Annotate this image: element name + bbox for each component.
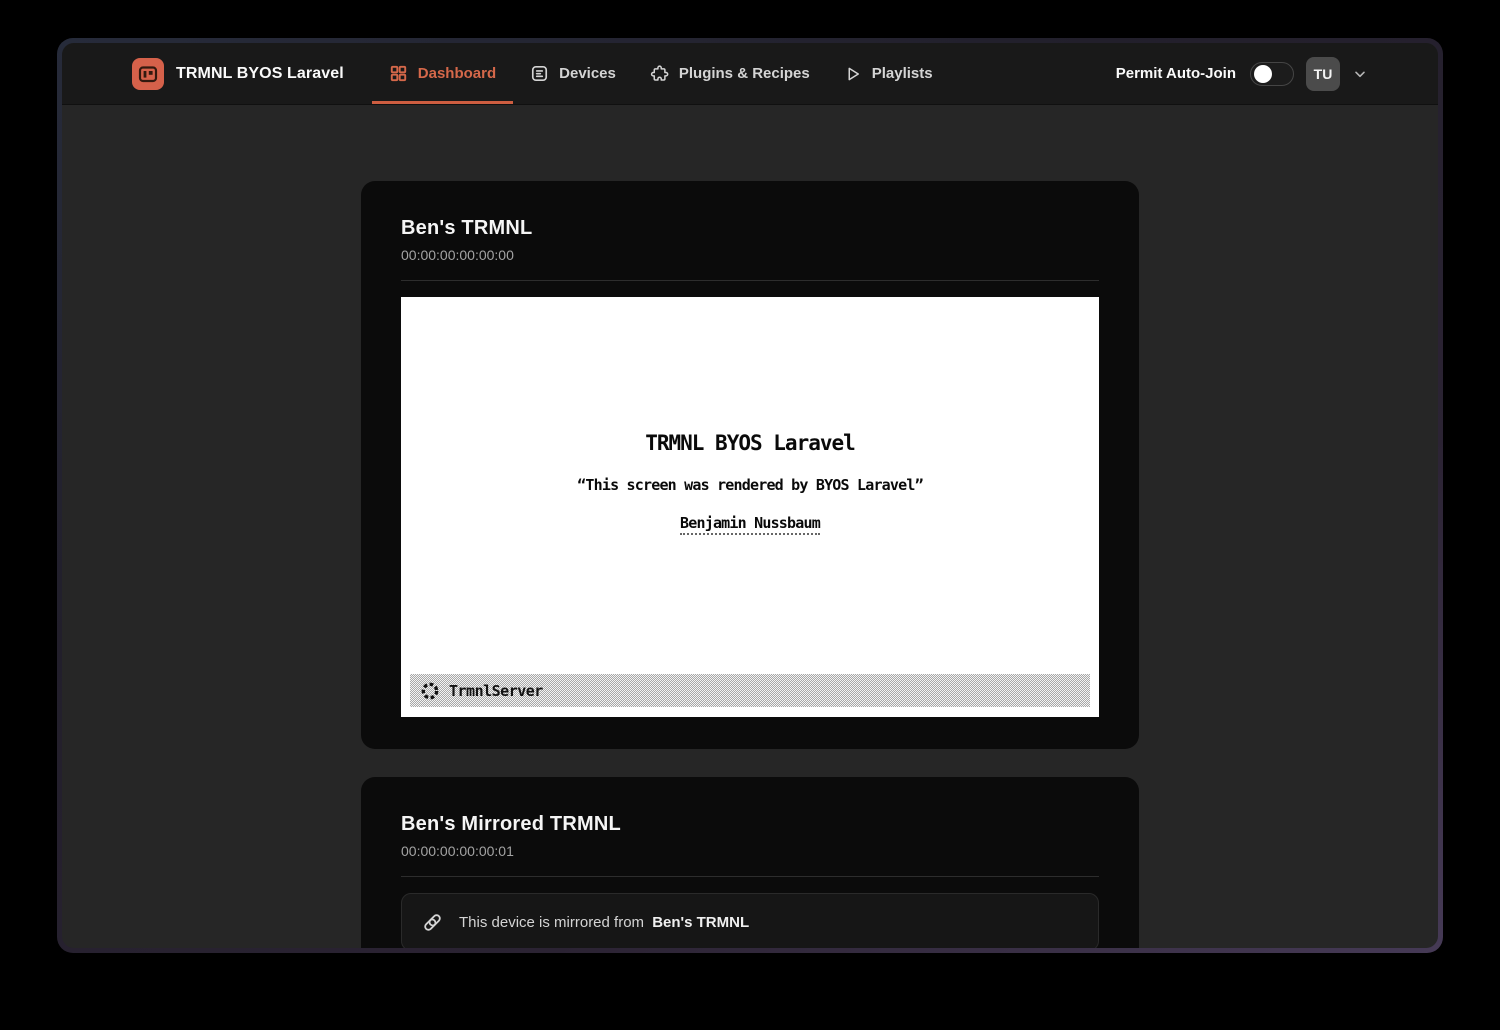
topbar: TRMNL BYOS Laravel Dashboard xyxy=(62,43,1438,105)
mirror-source-device: Ben's TRMNL xyxy=(652,914,749,931)
app-window: TRMNL BYOS Laravel Dashboard xyxy=(62,43,1438,948)
device-name: Ben's Mirrored TRMNL xyxy=(401,813,1099,836)
device-mac-address: 00:00:00:00:00:01 xyxy=(401,843,1099,859)
screen-status-label: TrmnlServer xyxy=(449,682,543,700)
topbar-right: Permit Auto-Join TU xyxy=(1116,57,1368,91)
app-window-frame: TRMNL BYOS Laravel Dashboard xyxy=(57,38,1443,953)
screen-author-link: Benjamin Nussbaum xyxy=(680,514,820,535)
trmnl-logo-icon xyxy=(132,58,164,90)
dashboard-content: Ben's TRMNL 00:00:00:00:00:00 TRMNL BYOS… xyxy=(62,105,1438,948)
chevron-down-icon[interactable] xyxy=(1352,66,1368,82)
device-card-mirrored: Ben's Mirrored TRMNL 00:00:00:00:00:01 xyxy=(361,777,1139,948)
screen-title: TRMNL BYOS Laravel xyxy=(401,297,1099,455)
devices-icon xyxy=(530,64,549,83)
screen-status-bar: TrmnlServer xyxy=(410,674,1090,707)
avatar[interactable]: TU xyxy=(1306,57,1340,91)
nav-plugins[interactable]: Plugins & Recipes xyxy=(633,43,827,104)
main-nav: Dashboard Devices xyxy=(372,43,950,104)
device-mac-address: 00:00:00:00:00:00 xyxy=(401,247,1099,263)
nav-devices[interactable]: Devices xyxy=(513,43,633,104)
nav-dashboard-label: Dashboard xyxy=(418,65,496,82)
brand[interactable]: TRMNL BYOS Laravel xyxy=(132,58,344,90)
screen-quote: “This screen was rendered by BYOS Larave… xyxy=(401,476,1099,494)
auto-join-toggle[interactable] xyxy=(1250,62,1294,86)
link-icon xyxy=(421,911,444,934)
divider xyxy=(401,876,1099,877)
app-title: TRMNL BYOS Laravel xyxy=(176,65,344,83)
nav-playlists-label: Playlists xyxy=(872,65,933,82)
spinner-icon xyxy=(420,681,440,701)
toggle-knob xyxy=(1254,65,1272,83)
nav-plugins-label: Plugins & Recipes xyxy=(679,65,810,82)
nav-dashboard[interactable]: Dashboard xyxy=(372,43,513,104)
mirror-info-banner: This device is mirrored from Ben's TRMNL xyxy=(401,893,1099,948)
auto-join-label: Permit Auto-Join xyxy=(1116,65,1236,82)
device-name: Ben's TRMNL xyxy=(401,217,1099,240)
dashboard-grid-icon xyxy=(389,64,408,83)
nav-devices-label: Devices xyxy=(559,65,616,82)
device-screen-preview: TRMNL BYOS Laravel “This screen was rend… xyxy=(401,297,1099,717)
mirror-info-prefix: This device is mirrored from xyxy=(459,914,644,931)
divider xyxy=(401,280,1099,281)
mirror-info-text: This device is mirrored from Ben's TRMNL xyxy=(459,914,749,931)
play-icon xyxy=(844,65,862,83)
nav-playlists[interactable]: Playlists xyxy=(827,43,950,104)
device-card-primary: Ben's TRMNL 00:00:00:00:00:00 TRMNL BYOS… xyxy=(361,181,1139,749)
puzzle-icon xyxy=(650,64,669,83)
